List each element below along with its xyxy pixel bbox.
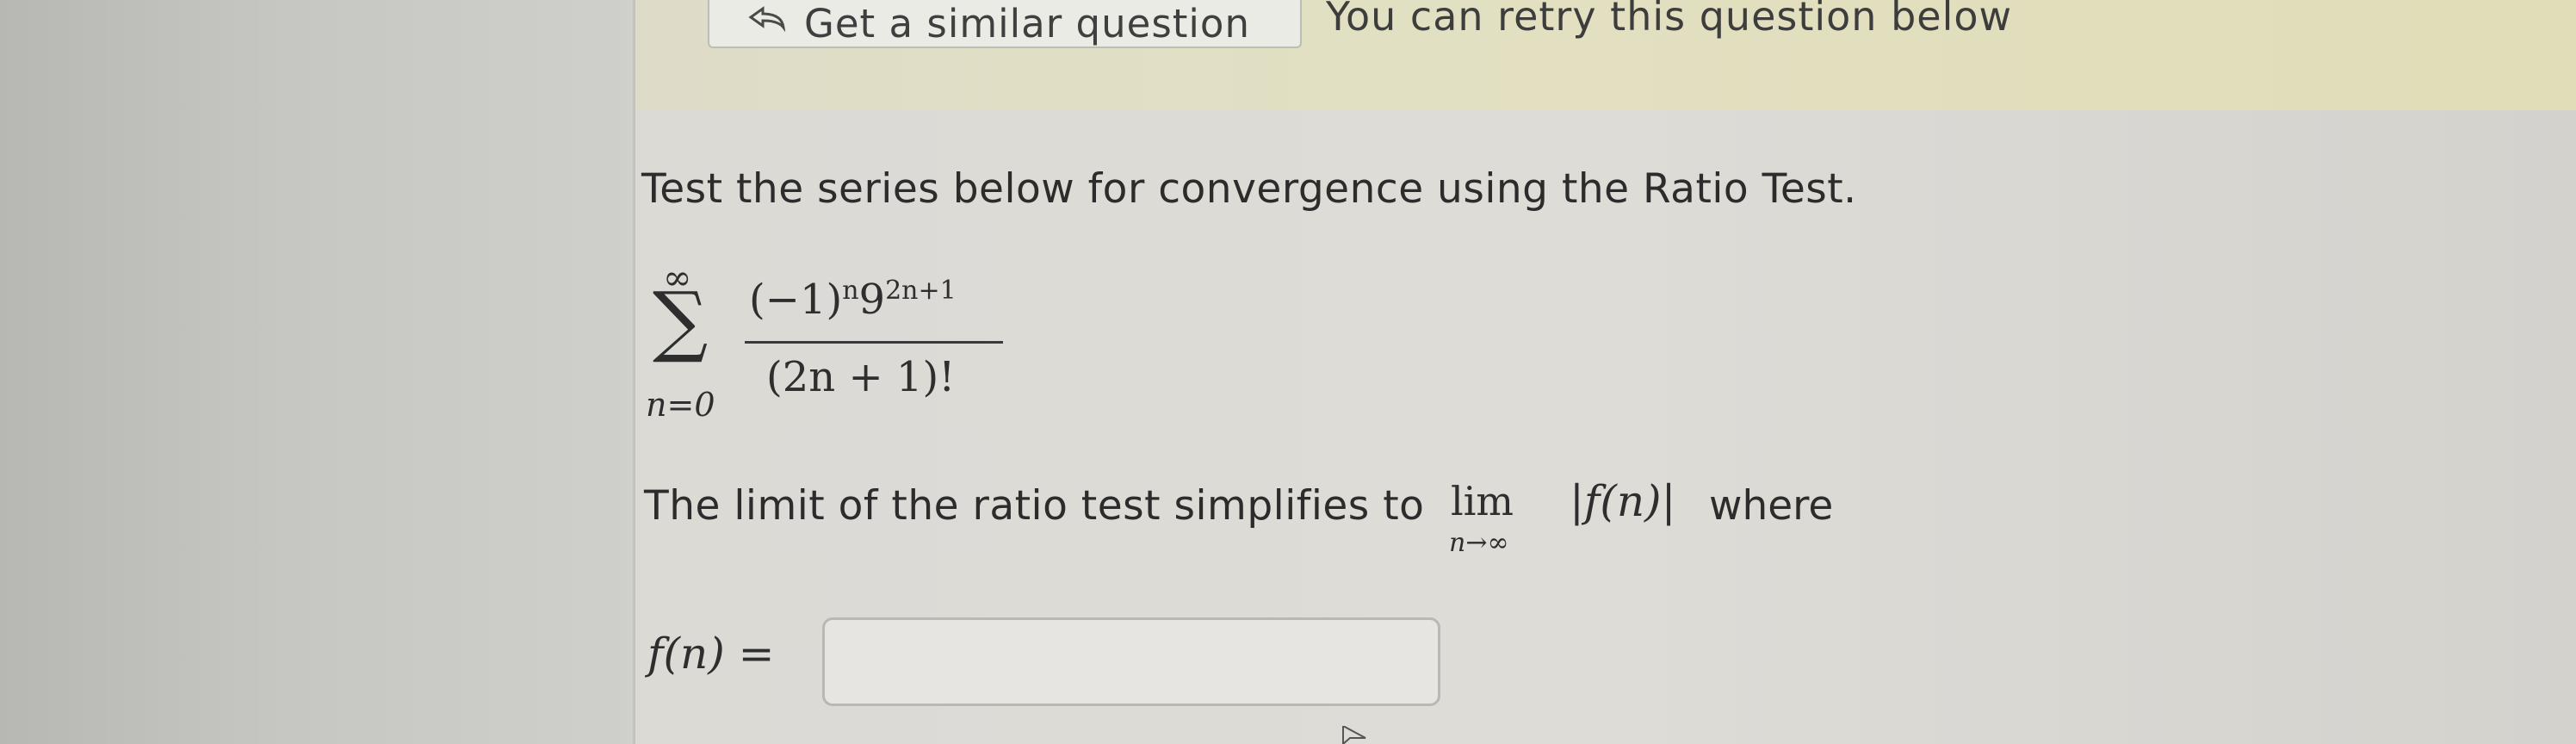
answer-input[interactable] xyxy=(822,617,1440,706)
limit-sentence: The limit of the ratio test simplifies t… xyxy=(644,482,1424,530)
limit-text: The limit of the ratio test simplifies t… xyxy=(644,482,1425,530)
numerator-base: (−1) xyxy=(749,276,843,324)
left-gutter xyxy=(0,0,633,744)
similar-question-label: Get a similar question xyxy=(804,0,1250,46)
undo-arrow-icon xyxy=(744,5,792,40)
sum-symbol: ∑ xyxy=(653,276,709,366)
sum-lower-limit: n=0 xyxy=(646,386,715,424)
mouse-cursor-icon xyxy=(1342,726,1366,744)
where-text: where xyxy=(1709,482,1834,530)
limit-operator: lim xyxy=(1451,478,1514,524)
retry-message: You can retry this question below xyxy=(1326,0,2013,40)
fraction-bar xyxy=(745,341,1003,344)
numerator-exponent-2n1: 2n+1 xyxy=(885,276,957,306)
series-denominator: (2n + 1)! xyxy=(766,353,956,401)
numerator-exponent-n: n xyxy=(842,276,859,306)
series-numerator: (−1)n92n+1 xyxy=(749,276,957,324)
answer-label: f(n) = xyxy=(647,629,775,679)
series-expression: ∞ ∑ n=0 (−1)n92n+1 (2n + 1)! xyxy=(637,258,1119,431)
question-prompt: Test the series below for convergence us… xyxy=(641,165,1857,213)
numerator-nine: 9 xyxy=(858,276,886,324)
get-similar-question-button[interactable]: Get a similar question xyxy=(708,0,1302,48)
limit-absolute-fn: |f(n)| xyxy=(1570,476,1676,526)
limit-subscript: n→∞ xyxy=(1449,528,1509,558)
